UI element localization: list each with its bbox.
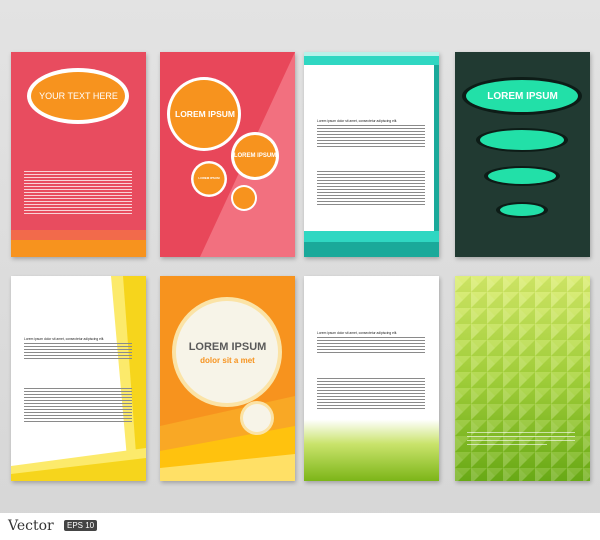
flyer-teal-text: Lorem ipsum dolor sit amet, consectetur …	[304, 52, 439, 257]
flyer-green-wave-lead: Lorem ipsum dolor sit amet, consectetur …	[317, 331, 398, 335]
flyer-teal-text-upper: Lorem ipsum dolor sit amet, consectetur …	[317, 119, 425, 149]
flyer-orange-circle-background	[160, 276, 295, 481]
flyer-orange-circle-title: LOREM IPSUM	[188, 341, 267, 353]
flyer-yellow-corner-lead: Lorem ipsum dolor sit amet, consectetur …	[24, 337, 105, 341]
flyer-teal-text-lower	[317, 169, 425, 207]
flyer-red-oval-background	[11, 52, 146, 257]
flyer-orange-circle-subtitle: dolor sit a met	[200, 356, 255, 365]
flyer-red-oval-text	[24, 169, 132, 216]
flyer-red-circles-title: LOREM IPSUM	[175, 109, 235, 119]
flyer-yellow-corner-upper: Lorem ipsum dolor sit amet, consectetur …	[24, 337, 132, 361]
flyer-red-circles-subtitle: LOREM IPSUM	[233, 153, 277, 159]
footer-bar: Vector EPS 10	[0, 513, 600, 540]
flyer-green-mosaic-background	[455, 276, 590, 481]
flyer-dark-green: LOREM IPSUM	[455, 52, 590, 257]
flyer-green-mosaic	[455, 276, 590, 481]
flyer-green-wave: Lorem ipsum dolor sit amet, consectetur …	[304, 276, 439, 481]
footer-badge: EPS 10	[64, 520, 98, 531]
flyer-dark-green-title: LOREM IPSUM	[487, 91, 558, 102]
flyer-teal-text-background	[304, 52, 439, 257]
flyer-orange-circle: LOREM IPSUM dolor sit a met	[160, 276, 295, 481]
flyer-green-wave-lower	[317, 376, 425, 411]
flyer-teal-text-lead: Lorem ipsum dolor sit amet, consectetur …	[317, 119, 398, 123]
footer-brand: Vector	[8, 518, 54, 534]
flyer-yellow-corner-lower	[24, 386, 132, 424]
flyer-red-circles: LOREM IPSUM LOREM IPSUM LOREM IPSUM	[160, 52, 295, 257]
flyer-red-oval: YOUR TEXT HERE	[11, 52, 146, 257]
flyer-yellow-corner-background	[11, 276, 146, 481]
flyer-dark-green-background	[455, 52, 590, 257]
flyer-red-oval-title: YOUR TEXT HERE	[39, 91, 118, 101]
flyer-yellow-corner: Lorem ipsum dolor sit amet, consectetur …	[11, 276, 146, 481]
flyer-green-wave-upper: Lorem ipsum dolor sit amet, consectetur …	[317, 331, 425, 355]
flyer-red-circles-small-title: LOREM IPSUM	[198, 176, 220, 180]
